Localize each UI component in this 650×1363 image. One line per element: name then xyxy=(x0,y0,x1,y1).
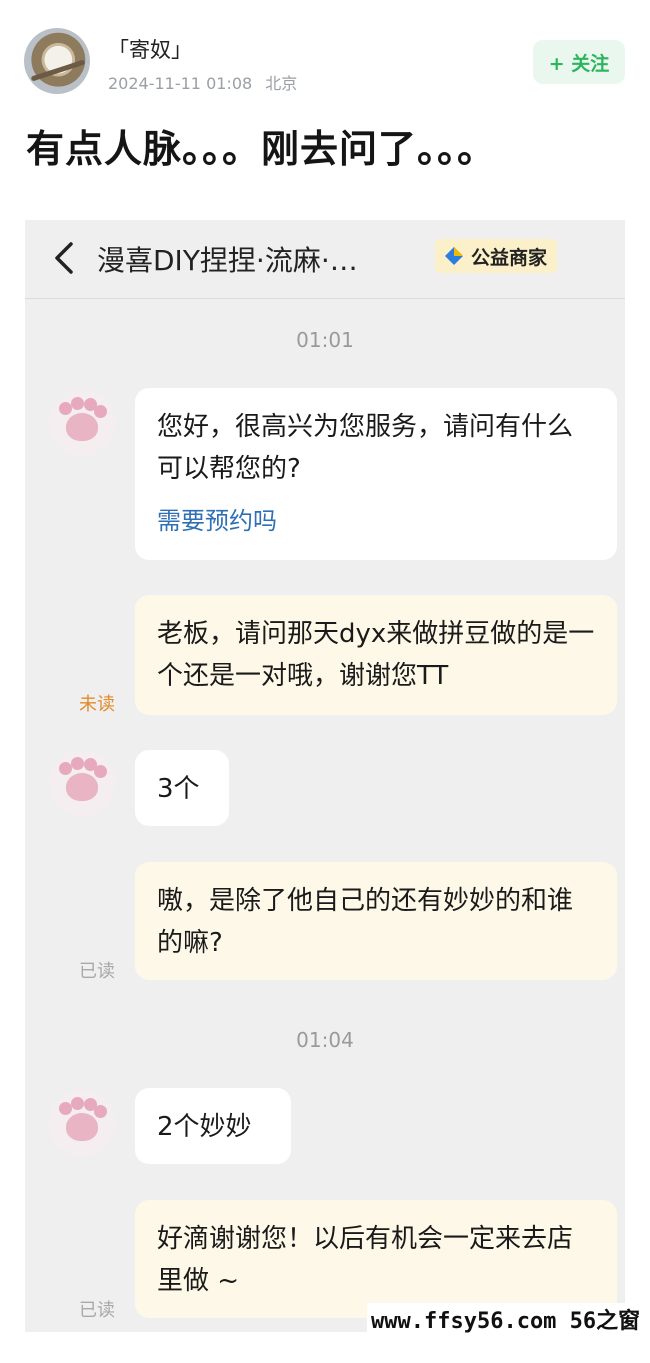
unread-status: 未读 xyxy=(79,694,115,715)
paw-toe xyxy=(71,757,84,770)
chat-screenshot[interactable]: 漫喜DIY捏捏·流麻·… 公益商家 01:01 您好，很高兴为您服务，请问有什么… xyxy=(25,220,625,1332)
post-meta: 2024-11-11 01:08 北京 xyxy=(108,70,297,94)
diamond-heart-icon xyxy=(445,247,463,265)
merchant-avatar[interactable] xyxy=(49,390,115,456)
read-status: 已读 xyxy=(79,1300,115,1321)
message-bubble-incoming: 2个妙妙 xyxy=(135,1088,291,1164)
paw-pad xyxy=(66,773,98,801)
message-text: 2个妙妙 xyxy=(157,1112,252,1142)
shop-title[interactable]: 漫喜DIY捏捏·流麻·… xyxy=(97,239,358,279)
site-watermark: www.ffsy56.com 56之窗 xyxy=(367,1303,645,1335)
message-bubble-outgoing: 老板，请问那天dyx来做拼豆做的是一个还是一对哦，谢谢您TT xyxy=(135,595,617,715)
follow-button[interactable]: + 关注 xyxy=(533,40,625,84)
message-text: 嗷，是除了他自己的还有妙妙的和谁的嘛? xyxy=(157,886,574,958)
paw-toe xyxy=(71,397,84,410)
message-bubble-outgoing: 好滴谢谢您！以后有机会一定来去店里做 ~ xyxy=(135,1200,617,1318)
back-arrow-icon[interactable] xyxy=(49,240,79,276)
post-title: 有点人脉。。。刚去问了。。。 xyxy=(26,127,497,171)
time-stamp: 01:01 xyxy=(296,328,354,352)
message-text: 老板，请问那天dyx来做拼豆做的是一个还是一对哦，谢谢您TT xyxy=(157,619,595,691)
merchant-avatar[interactable] xyxy=(49,750,115,816)
merchant-avatar[interactable] xyxy=(49,1090,115,1156)
author-name[interactable]: 「寄奴」 xyxy=(108,34,192,64)
message-bubble-incoming: 3个 xyxy=(135,750,229,826)
message-text: 好滴谢谢您！以后有机会一定来去店里做 ~ xyxy=(157,1224,574,1296)
follow-label: + 关注 xyxy=(548,52,610,75)
paw-toe xyxy=(94,405,107,418)
message-bubble-incoming: 您好，很高兴为您服务，请问有什么可以帮您的? 需要预约吗 xyxy=(135,388,617,560)
badge-label: 公益商家 xyxy=(471,246,548,269)
charity-merchant-badge[interactable]: 公益商家 xyxy=(435,239,558,273)
message-text: 3个 xyxy=(157,774,200,804)
paw-pad xyxy=(66,1113,98,1141)
post-header: 「寄奴」 2024-11-11 01:08 北京 + 关注 xyxy=(0,0,650,110)
paw-toe xyxy=(94,1105,107,1118)
message-bubble-outgoing: 嗷，是除了他自己的还有妙妙的和谁的嘛? xyxy=(135,862,617,980)
post-location: 北京 xyxy=(265,74,298,93)
paw-pad xyxy=(66,413,98,441)
paw-toe xyxy=(94,765,107,778)
chat-header: 漫喜DIY捏捏·流麻·… 公益商家 xyxy=(25,220,625,299)
avatar-branch xyxy=(30,59,86,82)
paw-toe xyxy=(71,1097,84,1110)
time-stamp: 01:04 xyxy=(296,1028,354,1052)
author-avatar[interactable] xyxy=(24,28,90,94)
read-status: 已读 xyxy=(79,961,115,982)
message-text: 您好，很高兴为您服务，请问有什么可以帮您的? xyxy=(157,412,574,484)
quick-reply-link[interactable]: 需要预约吗 xyxy=(157,500,595,542)
post-timestamp: 2024-11-11 01:08 xyxy=(108,74,253,93)
